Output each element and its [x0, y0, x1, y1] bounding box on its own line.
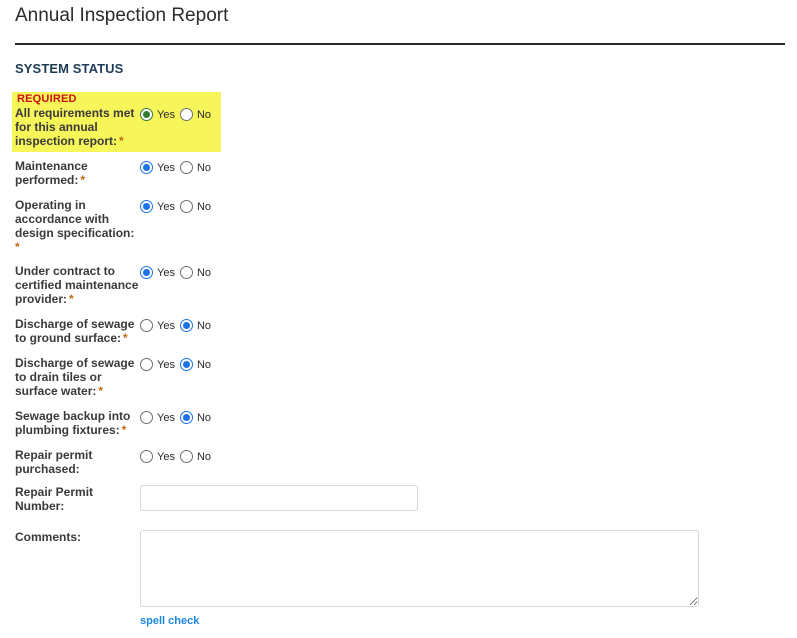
field-label: Repair permit purchased: [15, 448, 142, 476]
radio-no-button[interactable] [179, 161, 193, 174]
field-label-text: Repair permit purchased: [15, 448, 93, 476]
radio-yes-button[interactable] [140, 108, 153, 121]
radio-group-operating-in-accordance: Yes No [140, 200, 216, 213]
field-label: Repair Permit Number: [15, 485, 94, 513]
radio-yes-option[interactable]: Yes [140, 266, 175, 279]
radio-no-button[interactable] [179, 450, 193, 463]
radio-no-label: No [196, 266, 212, 279]
field-label: Operating in accordance with design spec… [15, 198, 137, 254]
radio-yes-option[interactable]: Yes [140, 358, 175, 371]
radio-no-button[interactable] [179, 266, 193, 279]
radio-no-button[interactable] [179, 200, 193, 213]
radio-yes-label: Yes [157, 450, 175, 463]
title-divider [15, 43, 785, 45]
radio-yes-button[interactable] [140, 266, 153, 279]
section-heading: SYSTEM STATUS [15, 61, 124, 76]
radio-group-maintenance-performed: Yes No [140, 161, 216, 174]
required-star: * [69, 292, 74, 306]
field-label-text: Discharge of sewage to ground surface: [15, 317, 135, 345]
radio-yes-label: Yes [157, 411, 175, 424]
radio-no-label: No [196, 108, 212, 121]
repair-permit-number-input[interactable] [140, 485, 418, 511]
field-label-text: Under contract to certified maintenance … [15, 264, 139, 306]
required-star: * [15, 240, 20, 254]
field-label: Comments: [15, 530, 82, 544]
radio-yes-option[interactable]: Yes [140, 161, 175, 174]
radio-yes-option[interactable]: Yes [140, 319, 175, 332]
radio-yes-label: Yes [157, 358, 175, 371]
required-star: * [123, 331, 128, 345]
radio-no-label: No [196, 450, 212, 463]
required-star: * [80, 173, 86, 187]
radio-no-option[interactable]: No [179, 266, 212, 279]
radio-group-discharge-drain-tiles: Yes No [140, 358, 216, 371]
field-label-text: Discharge of sewage to drain tiles or su… [15, 356, 135, 398]
required-star: * [119, 134, 124, 148]
radio-yes-button[interactable] [140, 319, 153, 332]
radio-no-option[interactable]: No [179, 450, 212, 463]
radio-no-label: No [196, 161, 212, 174]
required-tag: REQUIRED [17, 93, 77, 105]
field-label-text: Sewage backup into plumbing fixtures: [15, 409, 131, 437]
field-label: Under contract to certified maintenance … [15, 264, 142, 306]
radio-yes-label: Yes [157, 108, 175, 121]
radio-yes-option[interactable]: Yes [140, 411, 175, 424]
field-label: Discharge of sewage to drain tiles or su… [15, 356, 142, 398]
field-label: Maintenance performed: * [15, 159, 142, 187]
radio-yes-option[interactable]: Yes [140, 200, 175, 213]
radio-no-option[interactable]: No [179, 161, 212, 174]
radio-no-label: No [196, 200, 212, 213]
radio-no-button[interactable] [179, 108, 193, 121]
radio-no-option[interactable]: No [179, 200, 212, 213]
field-label: Discharge of sewage to ground surface: * [15, 317, 142, 345]
radio-group-all-requirements-met: Yes No [140, 108, 216, 121]
radio-no-option[interactable]: No [179, 108, 212, 121]
radio-yes-label: Yes [157, 319, 175, 332]
radio-yes-button[interactable] [140, 411, 153, 424]
radio-no-label: No [196, 358, 212, 371]
radio-yes-label: Yes [157, 266, 175, 279]
radio-yes-button[interactable] [140, 161, 153, 174]
field-label: Sewage backup into plumbing fixtures: * [15, 409, 142, 437]
radio-yes-button[interactable] [140, 200, 153, 213]
radio-yes-button[interactable] [140, 358, 153, 371]
radio-no-option[interactable]: No [179, 319, 212, 332]
field-label-text: All requirements met for this annual ins… [15, 106, 135, 148]
radio-no-option[interactable]: No [179, 411, 212, 424]
radio-no-button[interactable] [179, 319, 193, 332]
page-title: Annual Inspection Report [15, 5, 229, 26]
radio-group-discharge-ground-surface: Yes No [140, 319, 216, 332]
radio-yes-label: Yes [157, 161, 175, 174]
radio-yes-button[interactable] [140, 450, 153, 463]
radio-yes-option[interactable]: Yes [140, 450, 175, 463]
radio-no-label: No [196, 411, 212, 424]
field-label: All requirements met for this annual ins… [15, 106, 142, 148]
field-label-text: Maintenance performed: [15, 159, 88, 187]
radio-no-button[interactable] [179, 358, 193, 371]
radio-group-sewage-backup: Yes No [140, 411, 216, 424]
radio-no-label: No [196, 319, 212, 332]
radio-no-option[interactable]: No [179, 358, 212, 371]
radio-group-repair-permit-purchased: Yes No [140, 450, 216, 463]
spell-check-link[interactable]: spell check [140, 615, 199, 627]
required-star: * [98, 384, 104, 398]
radio-yes-label: Yes [157, 200, 175, 213]
radio-yes-option[interactable]: Yes [140, 108, 175, 121]
radio-group-under-contract: Yes No [140, 266, 216, 279]
field-label-text: Operating in accordance with design spec… [15, 198, 135, 240]
comments-textarea[interactable] [140, 530, 699, 607]
required-star: * [121, 423, 127, 437]
radio-no-button[interactable] [179, 411, 193, 424]
